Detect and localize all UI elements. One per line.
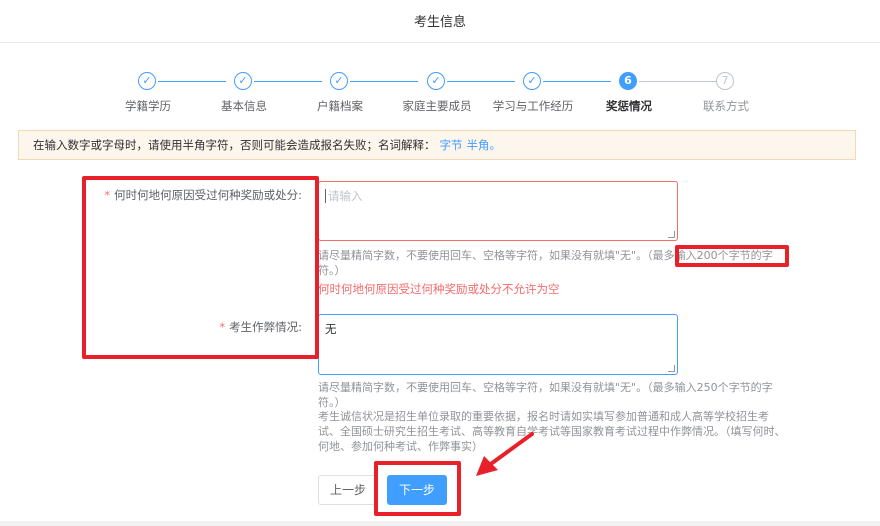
check-icon: ✓: [427, 72, 445, 90]
reward-error: 何时何地何原因受过何种奖励或处分不允许为空: [318, 282, 560, 296]
step-connector: [158, 81, 226, 82]
reward-textarea[interactable]: 请输入: [318, 181, 678, 241]
resize-handle-icon[interactable]: [668, 365, 675, 372]
step-connector: [639, 81, 717, 82]
step-number: 6: [619, 72, 637, 90]
annotation-box-next: [374, 461, 461, 516]
byte-link[interactable]: 字节: [440, 138, 463, 152]
step-number: 7: [716, 72, 734, 90]
check-icon: ✓: [523, 72, 541, 90]
step-connector: [543, 81, 611, 82]
step-connector: [254, 81, 322, 82]
cheating-value: 无: [325, 322, 337, 336]
step-label: 学习与工作经历: [492, 99, 574, 113]
notice-text: 在输入数字或字母时，请使用半角字符，否则可能会造成报名失败；名词解释：: [33, 138, 436, 152]
page-header: 考生信息: [0, 0, 880, 43]
check-icon: ✓: [138, 72, 156, 90]
progress-steps: ✓ 学籍学历 ✓ 基本信息 ✓ 户籍档案 ✓ 家庭主要成员 ✓ 学习与工作经历 …: [0, 72, 880, 122]
step-label: 基本信息: [221, 99, 267, 113]
step-label: 户籍档案: [317, 99, 363, 113]
step-connector: [447, 81, 515, 82]
reward-placeholder: 请输入: [325, 189, 363, 203]
halfwidth-link[interactable]: 半角。: [467, 138, 502, 152]
check-icon: ✓: [330, 72, 348, 90]
notice-banner: 在输入数字或字母时，请使用半角字符，否则可能会造成报名失败；名词解释： 字节 半角。: [18, 130, 856, 160]
annotation-box-limit: [675, 245, 789, 267]
footer-divider: [0, 521, 880, 526]
step-label: 学籍学历: [125, 99, 171, 113]
resize-handle-icon[interactable]: [668, 231, 675, 238]
page-title: 考生信息: [413, 15, 466, 30]
step-connector: [350, 81, 418, 82]
cheating-textarea[interactable]: 无: [318, 314, 678, 375]
step-label: 家庭主要成员: [402, 99, 472, 113]
step-label: 联系方式: [703, 99, 749, 113]
annotation-box-labels: [82, 176, 319, 359]
prev-button[interactable]: 上一步: [318, 475, 378, 505]
step-label: 奖惩情况: [606, 99, 652, 113]
cheating-hint: 请尽量精简字数，不要使用回车、空格等字符，如果没有就填"无"。（最多输入250个…: [318, 381, 773, 409]
check-icon: ✓: [234, 72, 252, 90]
cheating-note: 考生诚信状况是招生单位录取的重要依据，报名时请如实填写参加普通和成人高等学校招生…: [318, 410, 786, 453]
annotation-arrow-icon: [476, 432, 534, 476]
